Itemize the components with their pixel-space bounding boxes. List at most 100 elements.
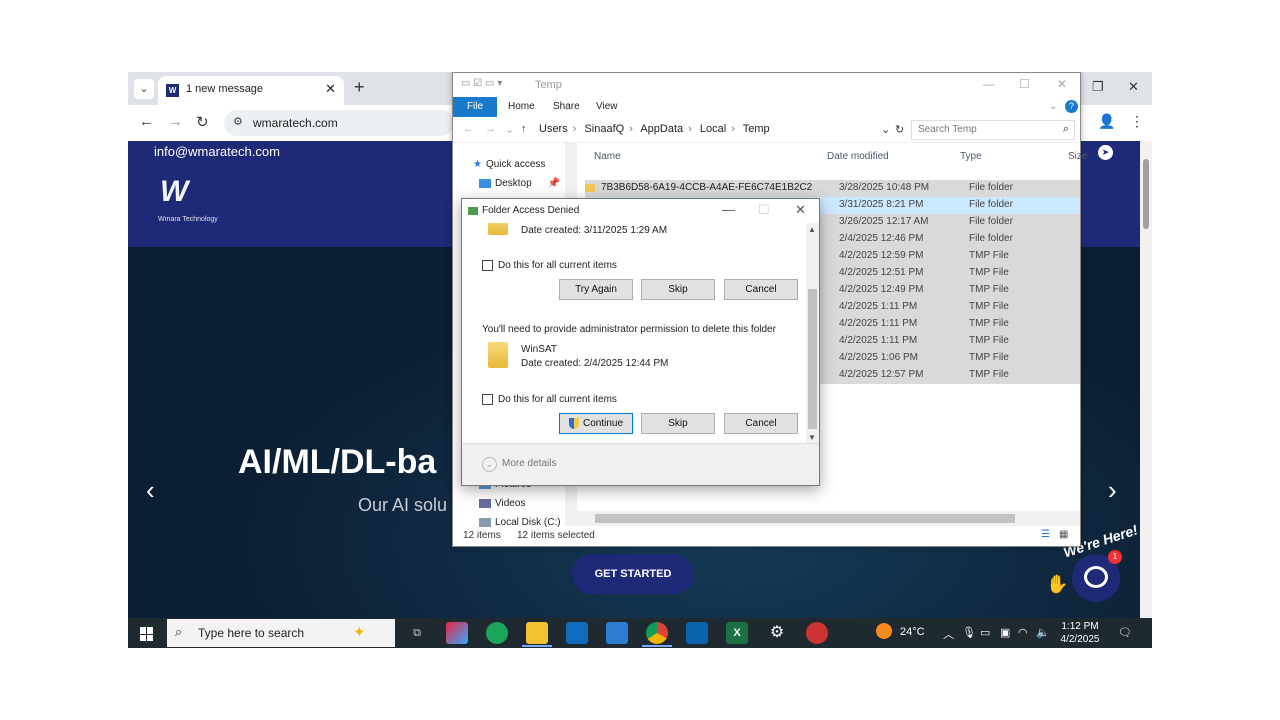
dialog-close-icon[interactable]: ✕ — [795, 202, 806, 218]
more-details-link[interactable]: More details — [502, 458, 556, 469]
refresh-icon[interactable]: ↻ — [895, 123, 904, 136]
back-icon[interactable]: ← — [463, 123, 474, 135]
expand-details-icon[interactable]: ⌄ — [482, 457, 497, 472]
breadcrumb-item[interactable]: Local — [700, 123, 726, 135]
close-tab-icon[interactable]: ✕ — [325, 81, 336, 97]
dialog-minimize-icon[interactable]: — — [722, 202, 735, 217]
weather-temp[interactable]: 24°C — [900, 626, 925, 638]
nav-item-quick-access[interactable]: ★ Quick access — [473, 159, 545, 170]
file-date: 2/4/2025 12:46 PM — [839, 233, 924, 244]
excel-icon[interactable]: X — [726, 622, 748, 644]
close-window-icon[interactable]: ✕ — [1128, 79, 1139, 95]
tab-search-dropdown[interactable]: ⌄ — [134, 79, 154, 99]
recent-icon[interactable]: ⌄ — [505, 123, 514, 136]
column-date-modified[interactable]: Date modified — [827, 151, 889, 162]
breadcrumb-item[interactable]: AppData — [640, 123, 683, 135]
apply-all-label[interactable]: Do this for all current items — [498, 394, 617, 405]
forward-icon[interactable]: → — [168, 113, 183, 130]
ribbon-file-tab[interactable]: File — [453, 97, 497, 117]
column-type[interactable]: Type — [960, 151, 982, 162]
microphone-icon[interactable]: 🎙 — [962, 626, 976, 639]
telegram-icon[interactable]: ➤ — [1098, 145, 1113, 160]
scroll-up-icon[interactable]: ▲ — [808, 225, 816, 234]
scroll-down-icon[interactable]: ▼ — [808, 433, 816, 442]
nav-item-desktop[interactable]: Desktop 📌 — [479, 178, 560, 189]
new-tab-button[interactable]: + — [354, 77, 365, 98]
dialog-scrollbar-thumb[interactable] — [808, 289, 817, 429]
clock[interactable]: 1:12 PM 4/2/2025 — [1056, 620, 1104, 646]
reload-icon[interactable]: ↻ — [196, 113, 209, 131]
horizontal-scrollbar[interactable] — [577, 511, 1080, 526]
column-name[interactable]: Name — [594, 151, 621, 162]
outlook-classic-icon[interactable] — [686, 622, 708, 644]
menu-icon[interactable]: ⋮ — [1130, 113, 1144, 130]
up-icon[interactable]: ↑ — [521, 123, 527, 135]
minimize-icon[interactable]: — — [983, 77, 995, 91]
recorder-icon[interactable] — [806, 622, 828, 644]
restore-icon[interactable]: ❐ — [1092, 79, 1104, 95]
help-icon[interactable]: ? — [1065, 100, 1078, 113]
edge-icon[interactable] — [486, 622, 508, 644]
try-again-button[interactable]: Try Again — [559, 279, 633, 300]
ribbon-home-tab[interactable]: Home — [508, 101, 535, 112]
search-input[interactable]: Search Temp ⌕ — [911, 120, 1075, 140]
windows-start-icon[interactable] — [140, 627, 154, 641]
tray-overflow-icon[interactable]: ︿ — [943, 626, 954, 642]
close-icon[interactable]: ✕ — [1057, 77, 1067, 91]
volume-icon[interactable]: 🔈 — [1036, 626, 1050, 639]
get-started-button[interactable]: GET STARTED — [572, 554, 694, 594]
skip-button[interactable]: Skip — [641, 279, 715, 300]
outlook-icon[interactable] — [606, 622, 628, 644]
column-size[interactable]: Size — [1068, 151, 1087, 162]
cancel-button[interactable]: Cancel — [724, 413, 798, 434]
notifications-icon[interactable]: 🗨 — [1118, 626, 1132, 639]
ribbon-expand-icon[interactable]: ⌄ — [1049, 101, 1057, 112]
maximize-icon[interactable]: ☐ — [1019, 77, 1030, 91]
continue-button[interactable]: Continue — [559, 413, 633, 434]
dialog-scrollbar[interactable]: ▲ ▼ — [806, 223, 819, 445]
next-slide-icon[interactable]: › — [1108, 475, 1117, 506]
taskbar-search[interactable]: ⌕ Type here to search ✦ — [167, 619, 395, 647]
nav-item-videos[interactable]: Videos — [479, 498, 525, 509]
apply-all-checkbox[interactable] — [482, 260, 493, 271]
task-view-icon[interactable]: ⧉ — [406, 622, 428, 644]
apply-all-checkbox[interactable] — [482, 394, 493, 405]
address-bar[interactable]: ⚙ wmaratech.com — [224, 110, 454, 136]
quick-access-toolbar-icon[interactable]: ▭ ☑ ▭ ▾ — [461, 78, 502, 89]
cancel-button[interactable]: Cancel — [724, 279, 798, 300]
battery-icon[interactable]: ▭ — [980, 626, 990, 639]
large-icons-view-icon[interactable]: ▦ — [1059, 529, 1068, 540]
ribbon-view-tab[interactable]: View — [596, 101, 618, 112]
breadcrumb[interactable]: Users › SinaafQ › AppData › Local › Temp — [539, 123, 770, 135]
site-info-icon[interactable]: ⚙ — [233, 115, 243, 128]
chat-button[interactable]: 1 — [1072, 550, 1122, 602]
breadcrumb-item[interactable]: Temp — [743, 123, 770, 135]
details-view-icon[interactable]: ☰ — [1041, 529, 1050, 540]
address-dropdown-icon[interactable]: ⌄ — [881, 123, 890, 136]
breadcrumb-item[interactable]: SinaafQ — [584, 123, 624, 135]
logo-icon[interactable]: W — [160, 175, 216, 211]
settings-gear-icon[interactable]: ⚙ — [766, 622, 788, 644]
back-icon[interactable]: ← — [139, 113, 154, 130]
browser-tab[interactable]: W 1 new message ✕ — [158, 76, 344, 105]
contact-email[interactable]: info@wmaratech.com — [154, 144, 280, 159]
page-scrollbar-thumb[interactable] — [1143, 159, 1149, 229]
breadcrumb-item[interactable]: Users — [539, 123, 568, 135]
display-icon[interactable]: ▣ — [1000, 626, 1010, 639]
page-scrollbar[interactable] — [1140, 141, 1152, 618]
ribbon-share-tab[interactable]: Share — [553, 101, 580, 112]
skip-button[interactable]: Skip — [641, 413, 715, 434]
forward-icon[interactable]: → — [485, 123, 496, 135]
file-explorer-icon[interactable] — [526, 622, 548, 644]
copilot-icon[interactable] — [446, 622, 468, 644]
chrome-icon[interactable] — [646, 622, 668, 644]
file-row[interactable]: 7B3B6D58-6A19-4CCB-A4AE-FE6C74E1B2C2 3/28… — [585, 180, 1080, 197]
prev-slide-icon[interactable]: ‹ — [146, 475, 155, 506]
profile-avatar[interactable]: 👤 — [1098, 113, 1115, 130]
apply-all-label[interactable]: Do this for all current items — [498, 260, 617, 271]
horizontal-scrollbar-thumb[interactable] — [595, 514, 1015, 523]
store-icon[interactable] — [566, 622, 588, 644]
file-date: 3/28/2025 10:48 PM — [839, 182, 930, 193]
wifi-icon[interactable]: ◠ — [1018, 626, 1028, 639]
weather-icon[interactable] — [876, 623, 892, 639]
